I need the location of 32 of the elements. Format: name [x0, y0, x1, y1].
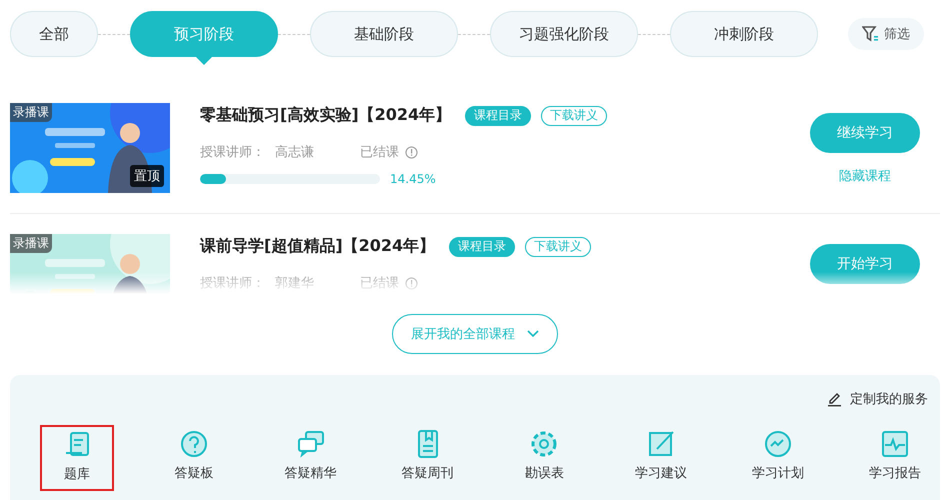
stage-tab[interactable]: 习题强化阶段 — [490, 11, 638, 57]
service-item[interactable]: 答疑精华 — [274, 425, 348, 491]
pinned-badge: 置顶 — [130, 165, 164, 187]
pencil-icon — [827, 391, 842, 407]
service-item[interactable]: 学习报告 — [858, 425, 932, 491]
course-title: 课前导学[超值精品]【2024年】 — [200, 236, 436, 257]
stage-tab[interactable]: 冲刺阶段 — [670, 11, 818, 57]
service-item[interactable]: 学习计划 — [741, 425, 816, 491]
info-icon — [405, 146, 418, 158]
stage-tab[interactable]: 全部 — [10, 11, 98, 57]
course-type-badge: 录播课 — [10, 234, 52, 253]
service-item[interactable]: 勘误表 — [507, 425, 582, 491]
teacher-label: 授课讲师： — [200, 144, 265, 161]
course-status: 已结课 — [360, 144, 399, 161]
progress-percent: 14.45% — [390, 172, 436, 186]
service-item[interactable]: 学习建议 — [624, 425, 698, 491]
service-item[interactable]: 答疑周刊 — [390, 425, 465, 491]
service-item[interactable]: 题库 — [40, 425, 114, 491]
customize-services-link[interactable]: 定制我的服务 — [821, 389, 934, 409]
service-item[interactable]: 答疑板 — [156, 425, 231, 491]
tab-pointer — [195, 56, 213, 65]
teacher-name: 郭建华 — [275, 275, 314, 292]
course-status: 已结课 — [360, 275, 399, 292]
course-title: 零基础预习[高效实验]【2024年】 — [200, 105, 452, 126]
chevron-down-icon — [527, 330, 539, 338]
teacher-label: 授课讲师： — [200, 275, 265, 292]
filter-button[interactable]: 筛选 — [848, 18, 924, 50]
stage-tab[interactable]: 基础阶段 — [310, 11, 458, 57]
teacher-name: 高志谦 — [275, 144, 314, 161]
info-icon — [405, 276, 418, 290]
filter-icon — [862, 26, 880, 42]
course-type-badge: 录播课 — [10, 103, 52, 122]
